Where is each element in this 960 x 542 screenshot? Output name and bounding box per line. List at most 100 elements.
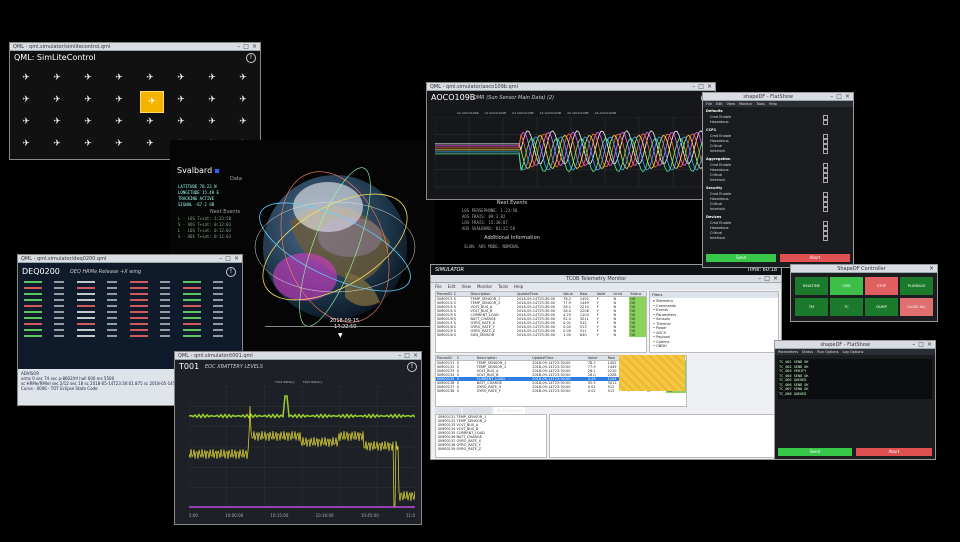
telemetry-titlebar[interactable]: TCDB Telemetry Monitor – □ × [431, 275, 781, 283]
satellite-pad-button[interactable]: ✈ [171, 69, 191, 87]
column-header[interactable]: UpdateTime [531, 356, 587, 360]
abort-button[interactable]: Abort [780, 254, 850, 262]
tab-parameters[interactable]: Parameters [463, 407, 493, 414]
satellite-pad-button[interactable]: ✈ [140, 113, 160, 131]
deq-titlebar[interactable]: QML - qml.simulator/deq0200.qml – □ × [18, 255, 242, 263]
column-header[interactable]: ParamID [436, 356, 456, 360]
timeline-bar[interactable] [265, 326, 430, 327]
aoco-window[interactable]: QML - qml.simulator/aoco109b.qml – □ × AOC… [426, 82, 716, 200]
satellite-pad-button[interactable]: ✈ [47, 135, 67, 153]
controller-button[interactable]: CLOSE ALL [900, 298, 933, 316]
close-icon[interactable]: × [927, 341, 932, 349]
log-panel[interactable] [549, 414, 779, 458]
satellite-pad-button[interactable]: ✈ [78, 135, 98, 153]
menu-item[interactable]: Monitor [477, 284, 492, 289]
satellite-pad-button[interactable]: ✈ [109, 69, 129, 87]
table-row[interactable]: SIM00140 S SUN_SENSOR 2018-09-14T23:30:00 1.… [436, 333, 646, 337]
column-header[interactable]: Description [476, 356, 532, 360]
minimize-icon[interactable]: – [830, 93, 833, 101]
controller-button[interactable]: PLAYBACK [900, 277, 933, 295]
menu-item[interactable]: Tools [756, 102, 765, 106]
minimize-icon[interactable]: – [237, 43, 240, 51]
t001-window[interactable]: QML - qml.simulator/t001.qml – □ × T001 EO… [174, 351, 422, 525]
close-icon[interactable]: × [929, 265, 934, 273]
aoco-titlebar[interactable]: QML - qml.simulator/aoco109b.qml – □ × [427, 83, 715, 91]
telemetry-window[interactable]: SIMULATOR Time: 60:18 TCDB Telemetry Mon… [430, 264, 782, 460]
maximize-icon[interactable]: □ [918, 341, 924, 349]
telemetry-table[interactable]: ParamID C Description UpdateTime Value Raw Val… [435, 291, 647, 353]
checkbox[interactable] [823, 149, 828, 154]
menu-item[interactable]: Parameters [778, 350, 798, 354]
satellite-pad-button[interactable]: ✈ [78, 91, 98, 109]
tab-properties[interactable]: Properties [435, 407, 462, 414]
flatshow-log[interactable]: TC_001 SEND OK TC_002 SEND OK TC_003 VERIF… [778, 359, 932, 399]
minimize-icon[interactable]: – [912, 341, 915, 349]
satellite-pad-button[interactable]: ✈ [233, 91, 253, 109]
minimize-icon[interactable]: – [692, 83, 695, 91]
satellite-pad-button[interactable]: ✈ [109, 113, 129, 131]
maximize-icon[interactable]: □ [836, 93, 842, 101]
checkbox[interactable] [823, 236, 828, 241]
checkbox[interactable] [823, 178, 828, 183]
satellite-pad-button[interactable]: ✈ [202, 69, 222, 87]
satellite-pad-button[interactable]: ✈ [47, 69, 67, 87]
satellite-pad-button[interactable]: ✈ [171, 91, 191, 109]
t001-plot[interactable]: 09:45:00 10:00:00 10:15:00 10:30:00 10:45:00… [189, 386, 415, 520]
flatshow-window[interactable]: shapeDF - FlatShow – □ × Parameters Status… [774, 340, 936, 460]
menu-item[interactable]: Run Options [817, 350, 838, 354]
send-button[interactable]: Send [706, 254, 776, 262]
simlite-titlebar[interactable]: QML - qml.simulator/simlitecontrol.qml –… [10, 43, 260, 51]
menu-item[interactable]: File [706, 102, 712, 106]
satellite-pad-button[interactable]: ✈ [47, 113, 67, 131]
minimize-icon[interactable]: – [219, 255, 222, 263]
controller-button[interactable]: TC [830, 298, 863, 316]
satellite-pad-button[interactable]: ✈ [171, 113, 191, 131]
column-header[interactable]: Limit [612, 292, 629, 296]
satellite-pad-button[interactable]: ✈ [140, 91, 164, 113]
menu-item[interactable]: Help [514, 284, 523, 289]
aoco-plot[interactable] [435, 117, 707, 193]
satellite-pad-button[interactable]: ✈ [78, 69, 98, 87]
column-header[interactable]: C [456, 356, 476, 360]
satellite-pad-button[interactable]: ✈ [140, 69, 160, 87]
column-header[interactable]: UpdateTime [516, 292, 562, 296]
maximize-icon[interactable]: □ [243, 43, 249, 51]
column-header[interactable]: Valid [596, 292, 613, 296]
column-header[interactable]: ParamID [436, 292, 453, 296]
controller-button[interactable]: DUMP [865, 298, 898, 316]
satellite-pad-button[interactable]: ✈ [233, 69, 253, 87]
menu-item[interactable]: Monitor [739, 102, 752, 106]
minimize-icon[interactable]: – [758, 275, 761, 283]
column-header[interactable]: Description [470, 292, 516, 296]
maximize-icon[interactable]: □ [225, 255, 231, 263]
satellite-pad-button[interactable]: ✈ [202, 91, 222, 109]
maximize-icon[interactable]: □ [764, 275, 770, 283]
shapedf-window[interactable]: shapeDF - FlatShow – □ × File Edit View Mo… [702, 92, 854, 268]
column-header[interactable]: C [453, 292, 470, 296]
close-icon[interactable]: × [845, 93, 850, 101]
menu-item[interactable]: View [461, 284, 471, 289]
close-icon[interactable]: × [773, 275, 778, 283]
close-icon[interactable]: × [252, 43, 257, 51]
menu-item[interactable]: Log Options [843, 350, 864, 354]
controller-button[interactable]: STOP [865, 277, 898, 295]
menu-item[interactable]: Edit [716, 102, 723, 106]
minimize-icon[interactable]: – [398, 352, 401, 360]
flatshow-titlebar[interactable]: shapeDF - FlatShow – □ × [775, 341, 935, 349]
satellite-pad-button[interactable]: ✈ [109, 135, 129, 153]
flatshow-abort-button[interactable]: Abort [856, 448, 932, 456]
column-header[interactable]: Status [629, 292, 646, 296]
menu-item[interactable]: Status [802, 350, 813, 354]
filter-panel[interactable]: Filters ▾ Telemetry • Commands • Events … [649, 291, 779, 353]
satellite-pad-button[interactable]: ✈ [202, 113, 222, 131]
column-header[interactable]: Value [587, 356, 607, 360]
menu-item[interactable]: Tools [498, 284, 508, 289]
satellite-pad-button[interactable]: ✈ [47, 91, 67, 109]
tree-item[interactable]: • OBDH [653, 344, 775, 349]
checkbox[interactable] [823, 207, 828, 212]
menu-item[interactable]: Help [769, 102, 777, 106]
deq-info-button[interactable]: ! [226, 267, 236, 277]
satellite-pad-button[interactable]: ✈ [16, 113, 36, 131]
satellite-pad-button[interactable]: ✈ [233, 113, 253, 131]
simlite-info-button[interactable]: ! [246, 53, 256, 63]
